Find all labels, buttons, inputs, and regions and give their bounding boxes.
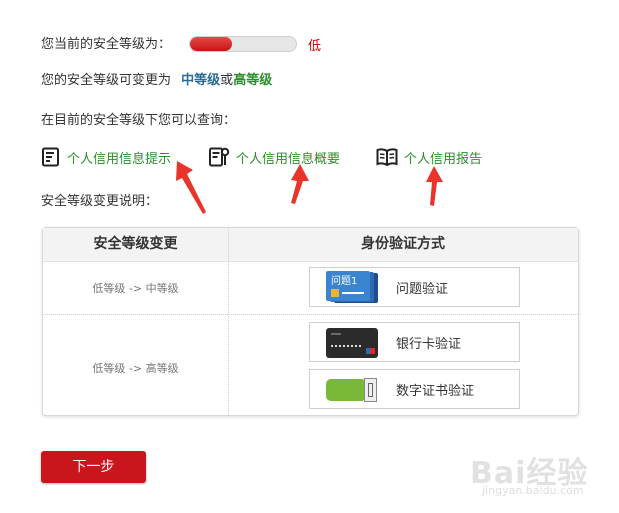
checkbox-icon xyxy=(331,289,339,297)
question-card-icon: 问题1 xyxy=(326,271,378,303)
annotation-arrow xyxy=(291,164,309,204)
column-header-verification: 身份验证方式 xyxy=(361,236,445,252)
method-label: 银行卡验证 xyxy=(396,336,462,352)
row-level-change: 低等级 -> 中等级 xyxy=(92,282,179,295)
digital-certificate-verification-option[interactable]: 数字证书验证 xyxy=(309,369,520,409)
annotation-arrow xyxy=(176,161,206,214)
column-header-level-change: 安全等级变更 xyxy=(93,236,178,252)
question-verification-option[interactable]: 问题1 问题验证 xyxy=(309,267,520,307)
column-divider xyxy=(228,228,229,415)
baidu-watermark-url: jingyan.baidu.com xyxy=(482,484,584,497)
row-level-change: 低等级 -> 高等级 xyxy=(92,362,179,375)
change-note-title: 安全等级变更说明： xyxy=(41,194,159,209)
usb-key-icon xyxy=(326,373,378,405)
bank-card-icon xyxy=(326,326,378,358)
next-step-button[interactable]: 下一步 xyxy=(41,451,146,483)
table-header: 安全等级变更 身份验证方式 xyxy=(43,228,578,262)
method-label: 数字证书验证 xyxy=(396,383,475,399)
bank-card-verification-option[interactable]: 银行卡验证 xyxy=(309,322,520,362)
question-card-text: 问题1 xyxy=(331,276,358,287)
annotation-arrow xyxy=(426,166,443,206)
method-label: 问题验证 xyxy=(396,281,449,297)
row-divider xyxy=(43,314,578,315)
security-change-table: 安全等级变更 身份验证方式 低等级 -> 中等级 低等级 -> 高等级 问题1 … xyxy=(42,227,579,416)
